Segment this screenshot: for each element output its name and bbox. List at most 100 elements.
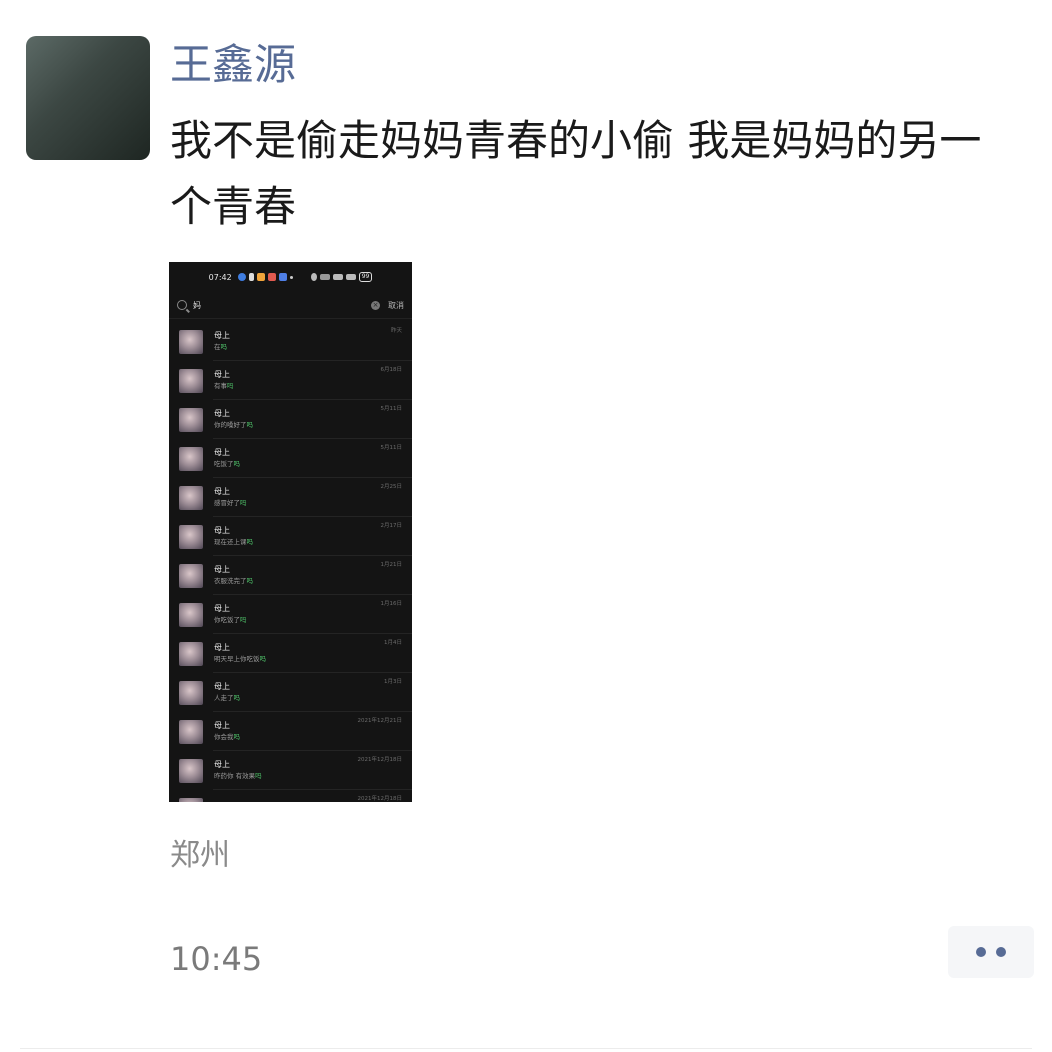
chat-result-row: 母上 在吗 昨天 [169, 322, 412, 361]
chat-result-row: 母上 人走了吗 1月3日 [169, 673, 412, 712]
contact-avatar [179, 407, 203, 432]
keyword-highlight: 吗 [233, 460, 241, 468]
chat-result-row: 母上衣服洗完了吗 1月21日 [169, 556, 412, 595]
contact-name: 母上 [214, 370, 230, 379]
contact-name: 母上 [214, 331, 230, 340]
chat-main: 母上有事吗 [214, 369, 402, 392]
contact-avatar [179, 446, 203, 471]
contact-avatar [179, 485, 203, 510]
message-preview: 你会我吗 [214, 732, 402, 743]
contact-avatar [179, 641, 203, 666]
contact-avatar [179, 719, 203, 744]
contact-name: 母上 [214, 448, 230, 457]
message-preview: 明天早上你吃饭吗 [214, 654, 402, 665]
message-preview: 吃饭了吗 [214, 459, 402, 470]
chat-main: 母上吃饭了吗 [214, 447, 402, 470]
message-text: 吃饭了 [214, 460, 234, 468]
message-date: 2021年12月21日 [357, 718, 403, 724]
message-text: 人走了 [214, 694, 234, 702]
author-avatar[interactable] [26, 36, 150, 160]
search-results: 母上 在吗 昨天 母上 有事吗 6月18日 母上 你的嗓好了吗 5月11日 母上 吃饭了吗 5月11日… [169, 319, 412, 802]
contact-avatar [179, 602, 203, 627]
message-text: 有事 [214, 382, 227, 390]
chat-result-row: 母上明天早上你吃饭吗 1月4日 [169, 634, 412, 673]
author-name[interactable]: 王鑫源 [170, 38, 296, 92]
chat-result-row: 母上 吃饭了吗 5月11日 [169, 439, 412, 478]
more-dots-icon [996, 947, 1006, 957]
chat-result-row: 母上 昨药你 有效果吗 2021年12月18日 [169, 751, 412, 790]
message-text: 明天早上你吃饭 [214, 655, 260, 663]
divider [20, 1048, 1032, 1049]
message-date: 1月4日 [384, 640, 402, 646]
contact-name: 母上 [214, 643, 230, 652]
contact-name: 母上 [214, 604, 230, 613]
message-date: 2021年12月18日 [357, 757, 403, 763]
alarm-icon [310, 273, 317, 281]
search-icon [177, 300, 187, 310]
contact-avatar [179, 758, 203, 783]
keyword-highlight: 吗 [246, 421, 254, 429]
chat-main: 母上 现在还上课吗 [214, 525, 402, 548]
contact-avatar [179, 680, 203, 705]
contact-name: 母上 [214, 526, 230, 535]
contact-name: 母上 [214, 682, 230, 691]
message-preview: 感冒好了吗 [214, 498, 402, 509]
tiktok-icon [248, 273, 254, 281]
status-time: 07:42 [208, 272, 232, 282]
message-date: 1月3日 [384, 679, 402, 685]
chat-main: 母上感冒好了吗 [214, 486, 402, 509]
chat-result-row: 母上 感冒好了吗 2月25日 [169, 478, 412, 517]
keyword-highlight: 吗 [227, 382, 234, 390]
app-notification-icon [278, 273, 287, 281]
keyword-highlight: 吗 [240, 499, 247, 507]
message-date: 昨天 [390, 328, 402, 334]
location-tag[interactable]: 郑州 [170, 834, 230, 878]
contact-name: 母上 [214, 487, 230, 496]
contact-avatar [179, 563, 203, 588]
message-preview: 你的嗓好了吗 [214, 420, 402, 431]
cancel-button: 取消 [388, 300, 404, 310]
keyword-highlight: 吗 [220, 343, 228, 351]
contact-name: 母上 [214, 565, 230, 574]
more-button[interactable] [948, 926, 1034, 978]
message-preview: 人走了吗 [214, 693, 402, 704]
message-date: 5月11日 [380, 445, 403, 451]
signal-icon [345, 274, 356, 280]
contact-avatar [179, 368, 203, 393]
chat-main: 母上人走了吗 [214, 681, 402, 704]
app-notification-icon [256, 273, 265, 281]
chat-main: 母上 你吃饭了吗 [214, 603, 402, 626]
contact-avatar [179, 524, 203, 549]
message-preview: 昨药你 有效果吗 [214, 771, 402, 782]
message-date: 6月18日 [380, 367, 403, 373]
search-input: 妈 [193, 300, 201, 310]
chat-result-row: 母上 你的嗓好了吗 5月11日 [169, 400, 412, 439]
signal-icon [332, 274, 343, 280]
chat-result-row: 母上 现在还上课吗 2月17日 [169, 517, 412, 556]
message-preview: 现在还上课吗 [214, 537, 402, 548]
app-notification-icon [237, 273, 246, 281]
keyword-highlight: 吗 [233, 733, 241, 741]
more-notifications-icon [289, 275, 293, 279]
attached-screenshot[interactable]: 07:42 99 妈 × 取消 母上 在吗 昨天 母上 有事吗 6月18日 母上 你的嗓好了吗… [169, 262, 412, 802]
clear-icon: × [371, 300, 380, 310]
contact-avatar [179, 797, 203, 802]
network-speed-icon [319, 274, 330, 280]
keyword-highlight: 吗 [255, 772, 262, 780]
message-text: 感冒好了 [214, 499, 240, 507]
message-text: 你的嗓好了 [214, 421, 247, 429]
chat-result-row: 母上 有事吗 6月18日 [169, 361, 412, 400]
keyword-highlight: 吗 [233, 694, 241, 702]
keyword-highlight: 吗 [246, 577, 254, 585]
battery-icon: 99 [358, 272, 373, 282]
message-text: 你会我 [214, 733, 234, 741]
message-date: 5月11日 [380, 406, 403, 412]
message-text: 衣服洗完了 [214, 577, 247, 585]
system-icons: 99 [310, 272, 373, 282]
chat-result-row: 母上 你会我吗 2021年12月21日 [169, 712, 412, 751]
status-icons [237, 273, 293, 281]
message-text: 现在还上课 [214, 538, 247, 546]
message-date: 1月21日 [380, 562, 403, 568]
post-time: 10:45 [170, 940, 263, 978]
keyword-highlight: 吗 [259, 655, 267, 663]
